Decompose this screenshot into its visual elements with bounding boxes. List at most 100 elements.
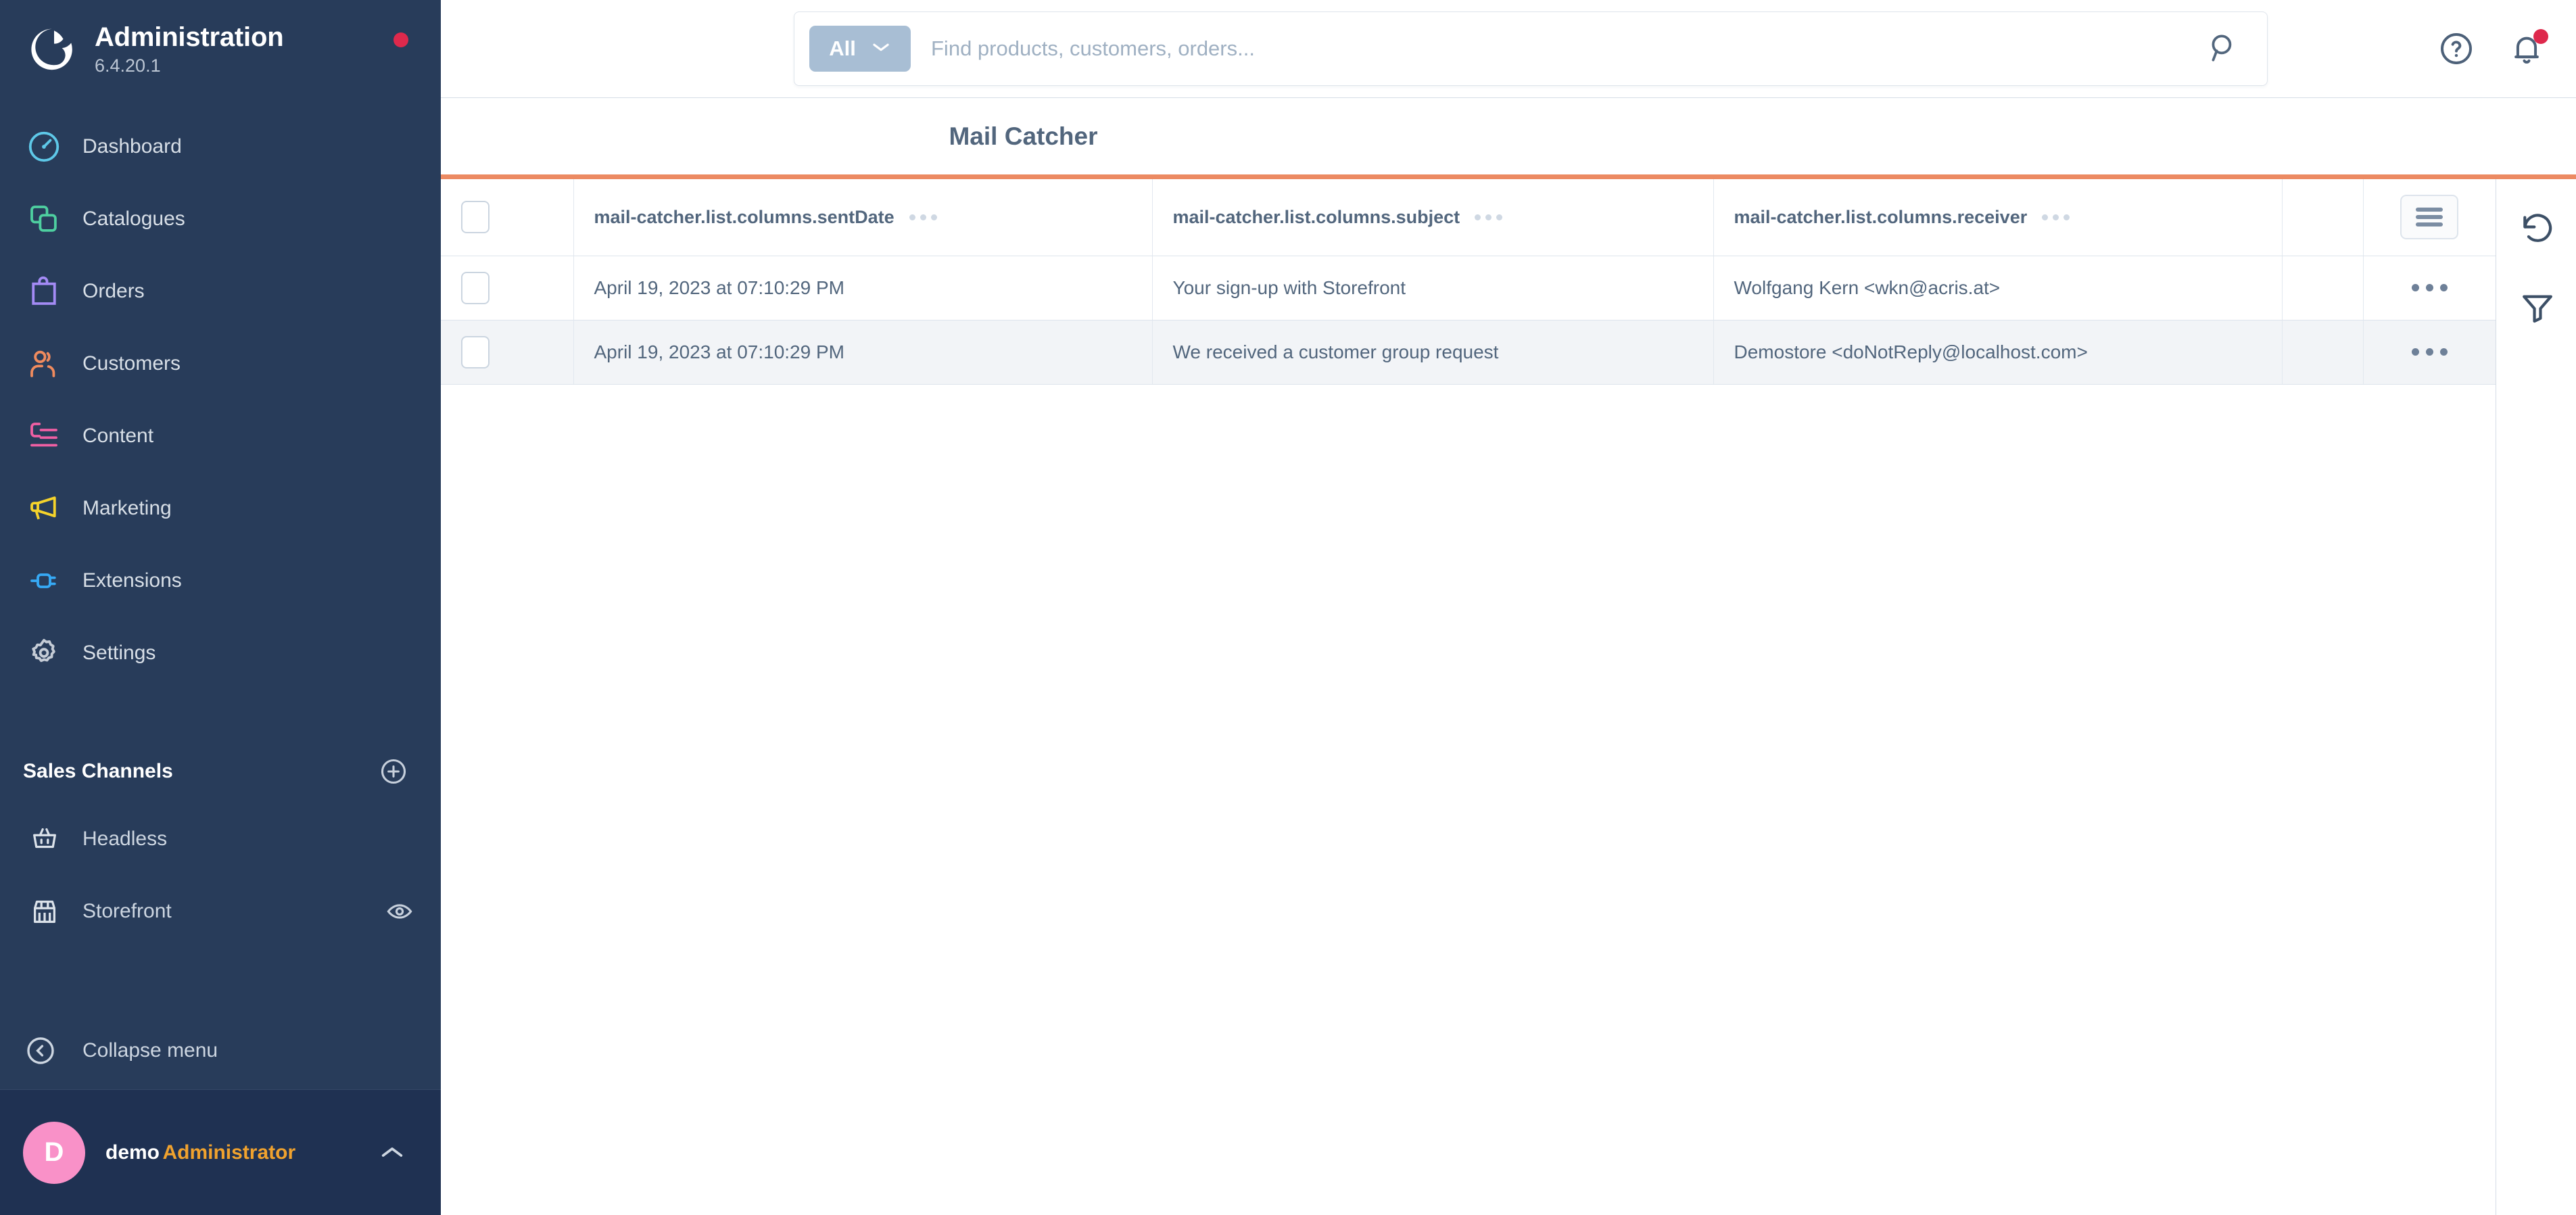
row-checkbox[interactable] bbox=[461, 271, 490, 304]
column-header-subject[interactable]: mail-catcher.list.columns.subject bbox=[1152, 179, 1714, 256]
cell-receiver: Wolfgang Kern <wkn@acris.at> bbox=[1713, 256, 2283, 320]
row-context-menu-icon[interactable] bbox=[2384, 348, 2476, 356]
page-title: Mail Catcher bbox=[949, 122, 1098, 150]
main-area: All Find products, customers, orders... … bbox=[441, 0, 2576, 1215]
dashboard-speedometer-icon bbox=[23, 126, 65, 168]
collapse-menu-button[interactable]: Collapse menu bbox=[0, 1011, 441, 1090]
right-rail bbox=[2496, 179, 2576, 1215]
data-grid: mail-catcher.list.columns.sentDate mail-… bbox=[441, 179, 2496, 1215]
column-header-sentdate[interactable]: mail-catcher.list.columns.sentDate bbox=[573, 179, 1153, 256]
sidebar-item-content[interactable]: Content bbox=[0, 400, 441, 472]
sidebar-channel-headless[interactable]: Headless bbox=[0, 803, 441, 875]
cell-subject: We received a customer group request bbox=[1152, 320, 1714, 385]
table-row[interactable]: April 19, 2023 at 07:10:29 PM Your sign-… bbox=[441, 256, 2496, 320]
app-root: Administration 6.4.20.1 Dashboard Catalo… bbox=[0, 0, 2576, 1215]
cell-text: Your sign-up with Storefront bbox=[1172, 277, 1406, 298]
sidebar-item-label: Catalogues bbox=[82, 207, 185, 230]
user-profile-menu[interactable]: D demo Administrator bbox=[0, 1090, 441, 1215]
sales-channels-section-header: Sales Channels bbox=[0, 740, 441, 803]
sidebar-brand-title: Administration bbox=[95, 22, 284, 52]
sidebar-item-label: Marketing bbox=[82, 496, 172, 519]
refresh-icon[interactable] bbox=[2519, 209, 2558, 248]
search-icon[interactable] bbox=[2206, 30, 2243, 67]
sidebar-item-orders[interactable]: Orders bbox=[0, 255, 441, 327]
cell-spacer bbox=[2282, 256, 2364, 320]
column-menu-icon[interactable] bbox=[2042, 214, 2070, 220]
sidebar-item-extensions[interactable]: Extensions bbox=[0, 544, 441, 617]
row-actions-cell bbox=[2363, 320, 2496, 385]
sidebar-item-label: Dashboard bbox=[82, 135, 182, 158]
sales-channels-title: Sales Channels bbox=[23, 760, 173, 782]
sidebar-item-label: Customers bbox=[82, 352, 181, 375]
sidebar-brand-version: 6.4.20.1 bbox=[95, 55, 161, 76]
settings-gear-icon bbox=[23, 632, 65, 674]
notification-badge bbox=[2533, 28, 2548, 44]
sidebar-item-catalogues[interactable]: Catalogues bbox=[0, 183, 441, 255]
chevron-left-circle-icon bbox=[23, 1033, 58, 1068]
catalogues-layers-icon bbox=[23, 198, 65, 240]
chevron-up-icon[interactable] bbox=[379, 1143, 408, 1163]
table-header-row: mail-catcher.list.columns.sentDate mail-… bbox=[441, 179, 2496, 256]
select-all-cell bbox=[441, 179, 574, 256]
column-menu-icon[interactable] bbox=[1475, 214, 1503, 220]
collapse-menu-label: Collapse menu bbox=[82, 1039, 218, 1062]
sidebar-item-customers[interactable]: Customers bbox=[0, 327, 441, 400]
table-head: mail-catcher.list.columns.sentDate mail-… bbox=[441, 179, 2496, 256]
shopware-logo-icon bbox=[23, 21, 80, 78]
sidebar-item-label: Content bbox=[82, 424, 154, 447]
storefront-icon bbox=[27, 894, 62, 929]
list-settings-icon[interactable] bbox=[2400, 195, 2459, 240]
accent-rule bbox=[441, 174, 2576, 179]
top-bar: All bbox=[441, 0, 2576, 98]
sidebar-item-dashboard[interactable]: Dashboard bbox=[0, 110, 441, 183]
row-context-menu-icon[interactable] bbox=[2384, 284, 2476, 291]
search-scope-dropdown[interactable]: All bbox=[809, 26, 911, 72]
column-header-receiver[interactable]: mail-catcher.list.columns.receiver bbox=[1713, 179, 2283, 256]
sidebar-channel-storefront[interactable]: Storefront bbox=[0, 875, 441, 947]
row-checkbox[interactable] bbox=[461, 335, 490, 368]
select-all-checkbox[interactable] bbox=[461, 201, 490, 234]
sidebar-item-label: Extensions bbox=[82, 569, 182, 592]
cell-text: Wolfgang Kern <wkn@acris.at> bbox=[1734, 277, 2001, 298]
column-settings-cell bbox=[2363, 179, 2496, 256]
sidebar-item-label: Orders bbox=[82, 279, 145, 302]
sidebar-channel-label: Headless bbox=[82, 827, 168, 850]
plus-circle-icon[interactable] bbox=[379, 757, 408, 786]
row-actions-cell bbox=[2363, 256, 2496, 320]
cell-text: April 19, 2023 at 07:10:29 PM bbox=[594, 341, 844, 362]
search-input[interactable] bbox=[931, 37, 2206, 61]
sidebar-item-marketing[interactable]: Marketing bbox=[0, 472, 441, 544]
notification-bell-icon[interactable] bbox=[2508, 28, 2548, 69]
sidebar: Administration 6.4.20.1 Dashboard Catalo… bbox=[0, 0, 441, 1215]
sidebar-nav: Dashboard Catalogues Orders Customers Co… bbox=[0, 98, 441, 689]
table-body: April 19, 2023 at 07:10:29 PM Your sign-… bbox=[441, 256, 2496, 385]
help-icon[interactable] bbox=[2437, 30, 2477, 69]
sidebar-brand[interactable]: Administration 6.4.20.1 bbox=[0, 0, 441, 98]
filter-funnel-icon[interactable] bbox=[2519, 289, 2558, 328]
update-status-dot bbox=[393, 32, 408, 47]
user-name: demo bbox=[105, 1141, 160, 1164]
column-header-label: mail-catcher.list.columns.subject bbox=[1172, 206, 1460, 227]
column-header-label: mail-catcher.list.columns.receiver bbox=[1734, 206, 2028, 227]
column-menu-icon[interactable] bbox=[909, 214, 937, 220]
user-role: Administrator bbox=[162, 1141, 296, 1164]
cell-text: Demostore <doNotReply@localhost.com> bbox=[1734, 341, 2088, 362]
content-row: mail-catcher.list.columns.sentDate mail-… bbox=[441, 179, 2576, 1215]
row-select-cell bbox=[441, 256, 574, 320]
cell-sentdate: April 19, 2023 at 07:10:29 PM bbox=[573, 320, 1153, 385]
cell-spacer bbox=[2282, 320, 2364, 385]
customers-people-icon bbox=[23, 343, 65, 385]
eye-icon[interactable] bbox=[385, 897, 414, 926]
column-header-label: mail-catcher.list.columns.sentDate bbox=[594, 206, 895, 227]
marketing-megaphone-icon bbox=[23, 487, 65, 529]
cell-sentdate: April 19, 2023 at 07:10:29 PM bbox=[573, 256, 1153, 320]
extensions-plug-icon bbox=[23, 560, 65, 602]
cell-text: We received a customer group request bbox=[1172, 341, 1499, 362]
topbar-actions bbox=[2437, 0, 2548, 98]
avatar: D bbox=[23, 1121, 85, 1184]
sidebar-item-settings[interactable]: Settings bbox=[0, 617, 441, 689]
basket-icon bbox=[27, 821, 62, 857]
mail-catcher-table: mail-catcher.list.columns.sentDate mail-… bbox=[441, 179, 2496, 385]
table-row[interactable]: April 19, 2023 at 07:10:29 PM We receive… bbox=[441, 320, 2496, 385]
